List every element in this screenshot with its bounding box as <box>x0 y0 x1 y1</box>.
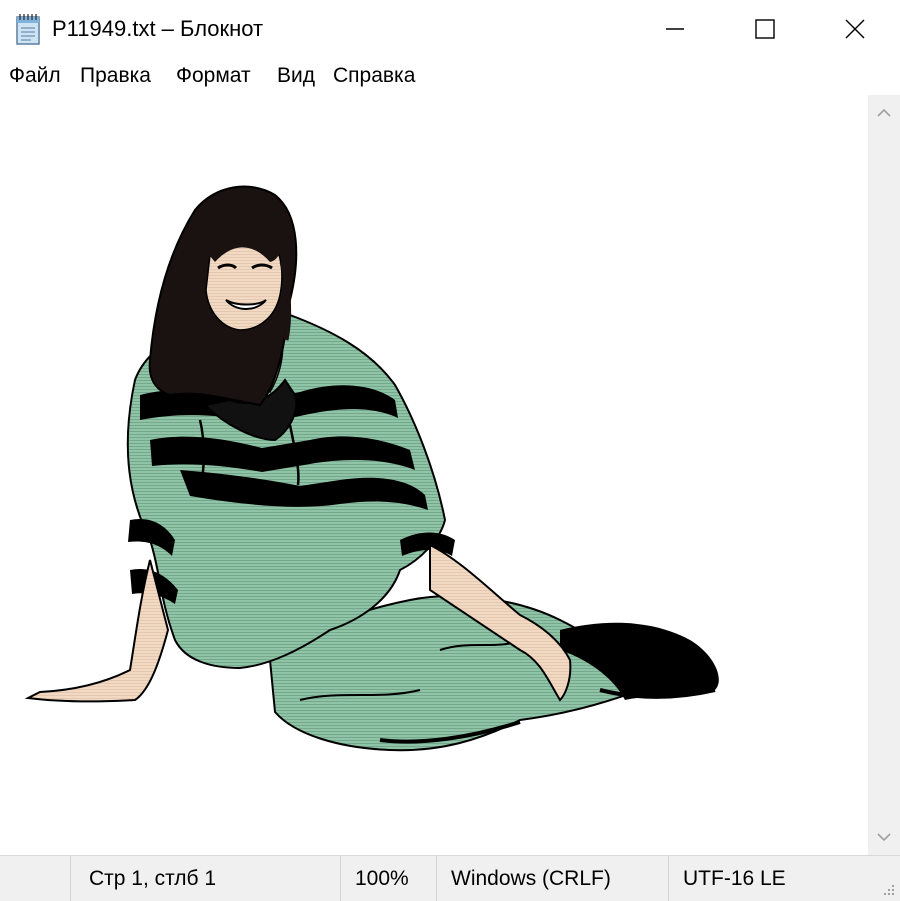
status-zoom: 100% <box>340 856 436 901</box>
chevron-up-icon <box>877 108 891 117</box>
line-ending-text: Windows (CRLF) <box>451 867 611 890</box>
chevron-down-icon <box>877 833 891 842</box>
close-button[interactable] <box>810 0 900 58</box>
menu-file[interactable]: Файл <box>9 64 61 88</box>
notepad-icon <box>16 14 40 45</box>
minimize-icon <box>666 28 684 30</box>
scroll-up-button[interactable] <box>868 95 900 131</box>
vertical-scrollbar[interactable] <box>868 95 900 855</box>
status-cursor-position: Стр 1, стлб 1 <box>70 856 340 901</box>
status-encoding: UTF-16 LE <box>668 856 900 901</box>
scroll-down-button[interactable] <box>868 819 900 855</box>
cursor-position-text: Стр 1, стлб 1 <box>89 867 217 890</box>
menu-format[interactable]: Формат <box>176 64 251 88</box>
text-editor-area[interactable] <box>0 95 868 855</box>
menu-bar: Файл Правка Формат Вид Справка <box>0 58 900 96</box>
resize-grip-icon[interactable] <box>880 881 896 897</box>
status-line-ending: Windows (CRLF) <box>436 856 668 901</box>
window-title: P11949.txt – Блокнот <box>52 16 264 41</box>
status-bar: Стр 1, стлб 1 100% Windows (CRLF) UTF-16… <box>0 855 900 901</box>
ascii-art-illustration <box>24 185 719 752</box>
menu-help[interactable]: Справка <box>333 64 415 88</box>
menu-edit[interactable]: Правка <box>80 64 151 88</box>
maximize-button[interactable] <box>720 0 810 58</box>
minimize-button[interactable] <box>630 0 720 58</box>
zoom-text: 100% <box>355 867 409 890</box>
title-bar: P11949.txt – Блокнот <box>0 0 900 58</box>
encoding-text: UTF-16 LE <box>683 867 786 890</box>
maximize-icon <box>755 19 775 39</box>
close-icon <box>845 19 865 39</box>
menu-view[interactable]: Вид <box>277 64 315 88</box>
